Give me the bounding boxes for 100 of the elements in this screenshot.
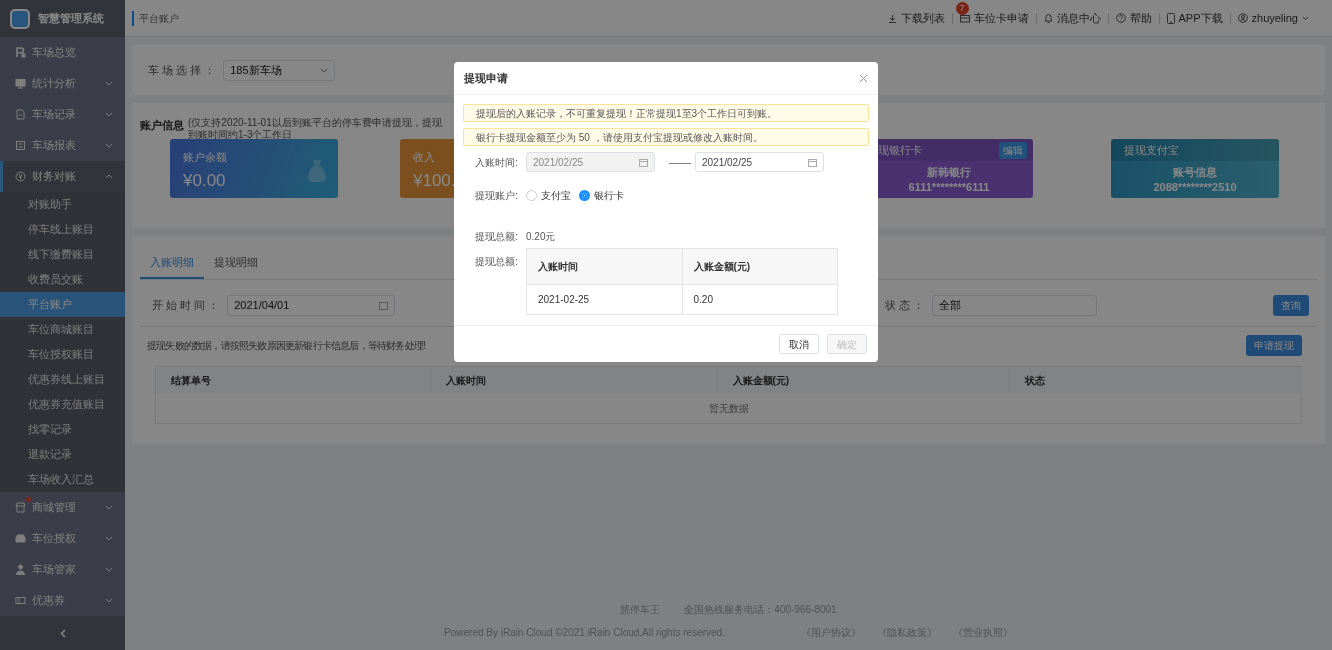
dialog-title: 提现申请 <box>464 70 508 86</box>
account-number: 2088********2510 <box>1153 180 1237 195</box>
card-amount: ¥0.00 <box>183 169 226 192</box>
tab[interactable]: 提现明细 <box>204 248 268 279</box>
account-name: 账号信息 <box>1173 165 1217 180</box>
breadcrumb: 平台账户 <box>132 10 179 26</box>
submenu-item[interactable]: 找零记录 <box>0 417 125 442</box>
chevron-down-icon <box>105 81 113 86</box>
menu-item[interactable]: 车场记录 <box>0 99 125 130</box>
column-header: 入账金额(元) <box>717 366 1010 394</box>
chevron-down-icon <box>105 567 113 572</box>
chevron-down-icon <box>105 143 113 148</box>
parking-icon <box>15 47 26 58</box>
monitor-icon <box>15 78 26 89</box>
warning-alert: 提现后的入账记录，不可重复提现！正常提现1至3个工作日可到账。 <box>463 104 869 122</box>
submenu-item[interactable]: 车场收入汇总 <box>0 467 125 492</box>
card-title: 提现支付宝 <box>1124 142 1179 158</box>
download-icon <box>887 13 897 23</box>
total-amount: 0.20元 <box>526 230 556 244</box>
apply-withdraw-button[interactable]: 申请提现 <box>1246 334 1302 356</box>
column-header: 入账时间 <box>526 248 682 285</box>
user-menu[interactable]: zhuyeling <box>1230 12 1316 24</box>
submenu-item[interactable]: 停车线上账目 <box>0 217 125 242</box>
notice-text: 提现失败的数据，请按照失败原因更新银行卡信息后，等待财务处理! <box>147 338 425 353</box>
tab[interactable]: 入账明细 <box>140 248 204 279</box>
edit-button[interactable]: 编辑 <box>999 141 1027 159</box>
field-label: 提现总额: <box>475 230 519 244</box>
field-label: 车 场 选 择 ： <box>148 62 216 78</box>
bell-icon <box>1043 13 1053 23</box>
account-name: 新韩银行 <box>927 165 971 180</box>
dialog-button: 确定 <box>827 334 867 354</box>
yen-circle-icon <box>15 171 26 182</box>
chevron-down-icon <box>320 67 329 73</box>
ticket-icon <box>15 595 26 606</box>
warning-alert: 银行卡提现金额至少为 50 ，请使用支付宝提现或修改入账时间。 <box>463 128 869 146</box>
submenu-item[interactable]: 车位商城账目 <box>0 317 125 342</box>
chevron-down-icon <box>105 536 113 541</box>
submenu-item[interactable]: 线下缴费账目 <box>0 242 125 267</box>
date-field[interactable]: 2021/04/01 <box>227 295 396 316</box>
phone-icon <box>1166 12 1175 24</box>
table-cell: 0.20 <box>682 284 838 315</box>
column-header: 结算单号 <box>155 366 431 394</box>
parking-select[interactable]: 185新车场 <box>223 59 336 81</box>
column-header: 状态 <box>1009 366 1302 394</box>
logo-icon <box>10 8 30 29</box>
chevron-left-icon <box>59 628 66 638</box>
radio-button[interactable] <box>579 190 590 201</box>
section-title: 账户信息 <box>140 118 184 133</box>
submenu-item[interactable]: 收费员交账 <box>0 267 125 292</box>
document-icon <box>15 109 26 120</box>
toolbar-link[interactable]: 消息中心 <box>1036 12 1108 24</box>
menu-item[interactable]: 车场总览 <box>0 37 125 68</box>
toolbar-link[interactable]: 下载列表 <box>880 12 952 24</box>
empty-message: 暂无数据 <box>155 393 1302 423</box>
column-header: 入账金额(元) <box>682 248 838 285</box>
field-label: 开 始 时 间 ： <box>152 298 220 314</box>
help-icon <box>1115 13 1126 23</box>
card-title: 现银行卡 <box>878 142 922 158</box>
menu-item[interactable]: 车场报表 <box>0 130 125 161</box>
date-field[interactable]: 2021/02/25 <box>695 152 824 172</box>
card-label: 收入 <box>413 150 435 165</box>
table-cell: 2021-02-25 <box>526 284 682 315</box>
toolbar-link[interactable]: 车位卡申请 <box>952 12 1036 24</box>
submenu-item[interactable]: 车位授权账目 <box>0 342 125 367</box>
submenu-item[interactable]: 优惠券充值账目 <box>0 392 125 417</box>
account-note: (仅支持2020-11-01以后到账平台的停车费申请提现，提现到账时间约1-3个工作日 <box>188 117 443 141</box>
field-label: 入账时间: <box>475 155 519 170</box>
close-icon[interactable] <box>859 73 868 83</box>
date-field: 2021/02/25 <box>526 152 655 172</box>
dialog-button[interactable]: 取消 <box>779 334 819 354</box>
submenu-item[interactable]: 对账助手 <box>0 192 125 217</box>
toolbar-link[interactable]: APP下载 <box>1159 12 1230 24</box>
report-icon <box>15 140 26 151</box>
chevron-down-icon <box>105 505 113 510</box>
field-label: 提现总额: <box>475 255 519 269</box>
submenu-item[interactable]: 平台账户 <box>0 292 125 317</box>
app-title: 智慧管理系统 <box>38 11 104 27</box>
count-badge: 7 <box>955 1 969 15</box>
calendar-icon <box>639 157 648 167</box>
submenu-item[interactable]: 退款记录 <box>0 442 125 467</box>
submenu-item[interactable]: 优惠券线上账目 <box>0 367 125 392</box>
range-separator: —— <box>669 154 691 170</box>
field-label: 状 态 ： <box>885 298 925 314</box>
toolbar-link[interactable]: 帮助 <box>1108 12 1159 24</box>
calendar-icon <box>808 157 817 167</box>
calendar-icon <box>379 301 389 310</box>
menu-item[interactable]: 财务对账 <box>0 161 125 192</box>
chevron-down-icon <box>105 598 113 603</box>
user-icon <box>1237 13 1248 23</box>
card-label: 账户余额 <box>183 150 227 165</box>
chevron-down-icon <box>105 112 113 117</box>
status-select[interactable]: 全部 <box>932 295 1098 316</box>
account-number: 6111********6111 <box>908 180 990 195</box>
card-amount: ¥100. <box>413 169 456 192</box>
chevron-down-icon <box>1302 15 1309 21</box>
column-header: 入账时间 <box>430 366 718 394</box>
radio-option[interactable]: 银行卡 <box>579 188 624 203</box>
query-button[interactable]: 查询 <box>1273 295 1309 316</box>
radio-option[interactable]: 支付宝 <box>526 188 571 203</box>
field-label: 提现账户: <box>475 189 519 203</box>
